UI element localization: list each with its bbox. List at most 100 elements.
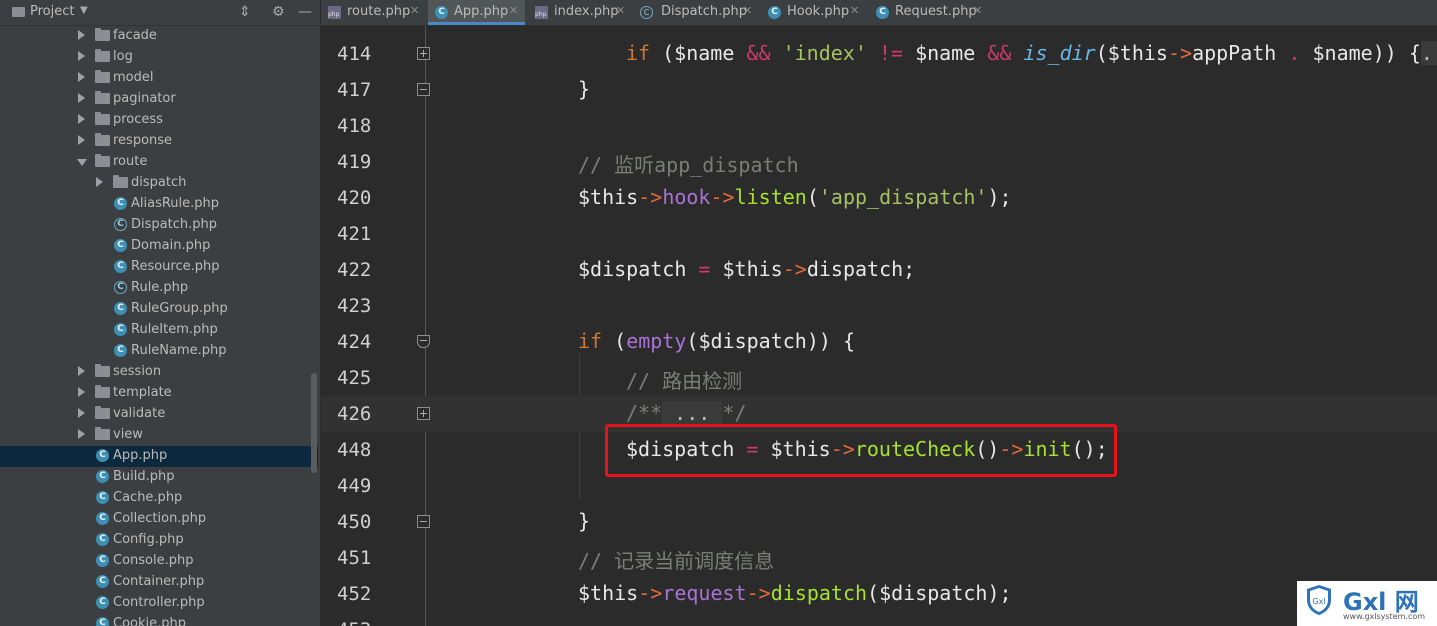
- gear-icon[interactable]: ⚙: [272, 4, 285, 20]
- tree-label: RuleItem.php: [131, 322, 218, 337]
- close-icon[interactable]: ✕: [616, 4, 625, 17]
- tab-index-php[interactable]: index.php ✕: [528, 0, 630, 25]
- code-line[interactable]: 452 $this->request->dispatch($dispatch);: [321, 576, 1437, 612]
- code-line[interactable]: 424 if (empty($dispatch)) {: [321, 324, 1437, 360]
- chevron-down-icon[interactable]: ▼: [80, 5, 88, 16]
- tab-label: Request.php: [895, 4, 977, 19]
- class-icon: C: [435, 6, 448, 19]
- chevron-right-icon[interactable]: [78, 429, 85, 439]
- highlight-box: [605, 424, 1117, 477]
- class-icon: C: [96, 491, 109, 504]
- tree-file[interactable]: C Cache.php: [0, 488, 318, 509]
- tree-folder[interactable]: dispatch: [0, 173, 318, 194]
- tree-file[interactable]: C Container.php: [0, 572, 318, 593]
- folder-icon: [95, 133, 110, 146]
- tree-folder[interactable]: model: [0, 68, 318, 89]
- chevron-right-icon[interactable]: [78, 72, 85, 82]
- tab-hook-php[interactable]: C Hook.php ✕: [761, 0, 866, 25]
- project-title[interactable]: Project: [30, 4, 74, 19]
- close-icon[interactable]: ✕: [850, 4, 859, 17]
- tree-file[interactable]: C Collection.php: [0, 509, 318, 530]
- tree-folder[interactable]: view: [0, 425, 318, 446]
- chevron-right-icon[interactable]: [78, 30, 85, 40]
- tree-file[interactable]: C App.php: [0, 446, 318, 467]
- tree-folder[interactable]: template: [0, 383, 318, 404]
- chevron-right-icon[interactable]: [78, 114, 85, 124]
- tree-folder[interactable]: log: [0, 47, 318, 68]
- fold-expand-icon[interactable]: [417, 407, 430, 420]
- chevron-right-icon[interactable]: [78, 408, 85, 418]
- tree-folder[interactable]: response: [0, 131, 318, 152]
- folder-icon: [95, 49, 110, 62]
- code-line[interactable]: 420 $this->hook->listen('app_dispatch');: [321, 180, 1437, 216]
- tree-folder[interactable]: facade: [0, 26, 318, 47]
- tree-file[interactable]: C Console.php: [0, 551, 318, 572]
- tab-app-php[interactable]: C App.php ✕: [428, 0, 525, 25]
- tree-file[interactable]: C Config.php: [0, 530, 318, 551]
- code-line[interactable]: 423: [321, 288, 1437, 324]
- code-line[interactable]: 451 // 记录当前调度信息: [321, 540, 1437, 576]
- close-icon[interactable]: ✕: [509, 4, 518, 17]
- tree-folder[interactable]: session: [0, 362, 318, 383]
- tree-label: Cookie.php: [113, 616, 186, 626]
- tab-route-php[interactable]: route.php ✕: [321, 0, 426, 25]
- tab-request-php[interactable]: C Request.php ✕: [869, 0, 987, 25]
- chevron-right-icon[interactable]: [78, 93, 85, 103]
- tree-file[interactable]: C RuleItem.php: [0, 320, 318, 341]
- tree-folder[interactable]: paginator: [0, 89, 318, 110]
- tree-folder[interactable]: route: [0, 152, 318, 173]
- fold-collapse-icon[interactable]: [417, 83, 430, 96]
- tab-dispatch-php[interactable]: C Dispatch.php ✕: [633, 0, 758, 25]
- tree-file[interactable]: C AliasRule.php: [0, 194, 318, 215]
- editor-tabs: route.php ✕ C App.php ✕ index.php ✕ C Di…: [321, 0, 1437, 26]
- tree-file[interactable]: C RuleGroup.php: [0, 299, 318, 320]
- chevron-right-icon[interactable]: [96, 177, 103, 187]
- tree-file[interactable]: C Resource.php: [0, 257, 318, 278]
- class-icon: C: [114, 302, 127, 315]
- tree-file[interactable]: C Rule.php: [0, 278, 318, 299]
- fold-expand-icon[interactable]: [417, 47, 430, 60]
- tree-file[interactable]: C Build.php: [0, 467, 318, 488]
- tree-file[interactable]: C Dispatch.php: [0, 215, 318, 236]
- chevron-right-icon[interactable]: [78, 135, 85, 145]
- watermark: Gxl Gxl 网 www.gxlsystem.com: [1297, 581, 1437, 626]
- project-folder-icon: [12, 7, 25, 17]
- folder-icon: [95, 385, 110, 398]
- code-text: $this->request->dispatch($dispatch);: [578, 581, 1012, 605]
- line-number: 451: [337, 547, 372, 569]
- code-line[interactable]: 425 // 路由检测: [321, 360, 1437, 396]
- chevron-right-icon[interactable]: [78, 366, 85, 376]
- chevron-right-icon[interactable]: [78, 387, 85, 397]
- tree-file[interactable]: C Controller.php: [0, 593, 318, 614]
- minimize-icon[interactable]: —: [298, 4, 312, 20]
- code-line[interactable]: 417 }: [321, 72, 1437, 108]
- close-icon[interactable]: ✕: [973, 4, 982, 17]
- tree-label: Build.php: [113, 469, 175, 484]
- code-line[interactable]: 418: [321, 108, 1437, 144]
- folder-icon: [113, 175, 128, 188]
- project-scrollbar[interactable]: [311, 373, 317, 473]
- code-line[interactable]: 450 }: [321, 504, 1437, 540]
- close-icon[interactable]: ✕: [743, 4, 752, 17]
- code-editor[interactable]: 414 if ($name && 'index' != $name && is_…: [321, 26, 1437, 626]
- line-number: 453: [337, 619, 371, 626]
- tree-folder[interactable]: validate: [0, 404, 318, 425]
- code-line[interactable]: 419 // 监听app_dispatch: [321, 144, 1437, 180]
- chevron-down-icon[interactable]: [77, 159, 87, 166]
- code-line[interactable]: 422 $dispatch = $this->dispatch;: [321, 252, 1437, 288]
- tree-folder[interactable]: process: [0, 110, 318, 131]
- tree-file[interactable]: C Domain.php: [0, 236, 318, 257]
- tree-file[interactable]: C RuleName.php: [0, 341, 318, 362]
- line-number: 414: [337, 43, 372, 65]
- code-line[interactable]: 421: [321, 216, 1437, 252]
- tree-label: validate: [113, 406, 166, 421]
- collapse-all-icon[interactable]: ⇕: [239, 4, 251, 20]
- tree-label: RuleName.php: [131, 343, 227, 358]
- fold-collapse-icon[interactable]: [417, 335, 430, 348]
- tree-file[interactable]: C Cookie.php: [0, 614, 318, 626]
- code-line[interactable]: 414 if ($name && 'index' != $name && is_…: [321, 36, 1437, 72]
- close-icon[interactable]: ✕: [410, 4, 419, 17]
- fold-collapse-icon[interactable]: [417, 515, 430, 528]
- code-line[interactable]: 453: [321, 612, 1437, 626]
- chevron-right-icon[interactable]: [78, 51, 85, 61]
